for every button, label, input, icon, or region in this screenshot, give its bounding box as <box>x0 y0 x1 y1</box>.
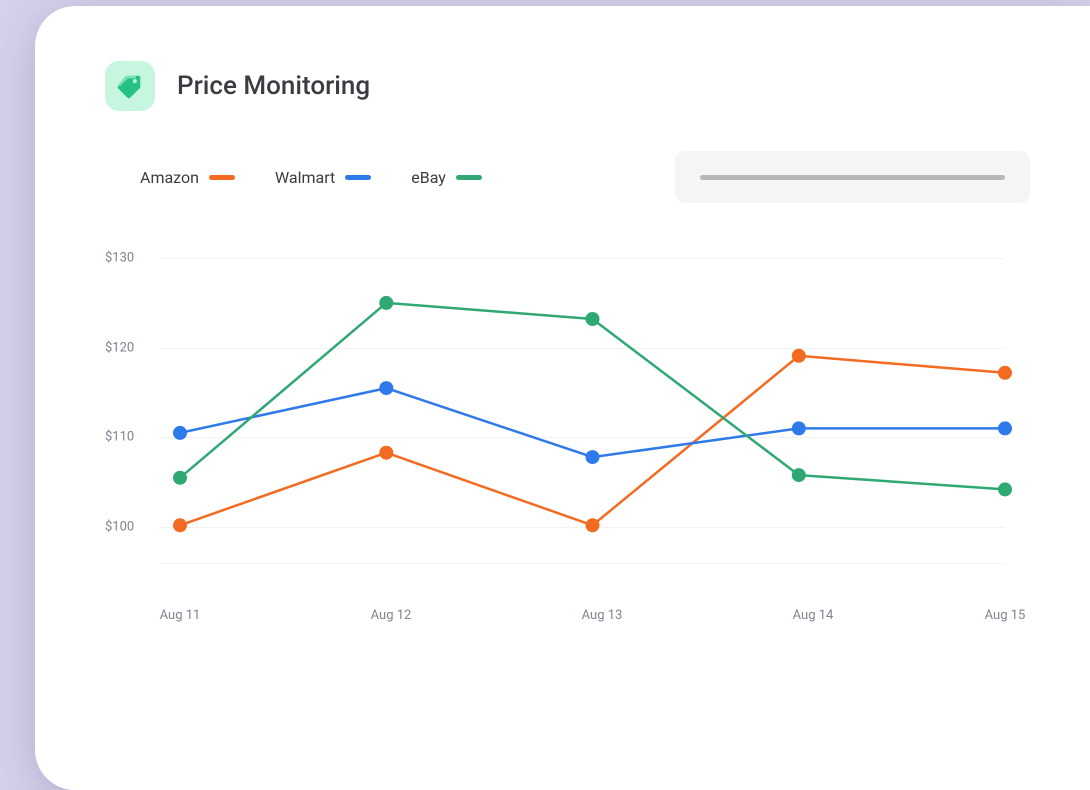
chart-legend: Amazon Walmart eBay <box>140 168 482 187</box>
card-header: Price Monitoring <box>105 61 1030 111</box>
data-point[interactable] <box>586 450 600 464</box>
x-tick: Aug 11 <box>160 608 201 623</box>
price-chart: $130 $120 $110 $100 Aug 11 Aug 12 Aug 13… <box>105 243 1005 623</box>
legend-swatch <box>456 175 482 180</box>
gridline <box>160 563 1005 564</box>
legend-item-walmart[interactable]: Walmart <box>275 168 371 187</box>
x-tick: Aug 15 <box>985 608 1026 623</box>
data-point[interactable] <box>998 482 1012 496</box>
data-point[interactable] <box>998 421 1012 435</box>
data-point[interactable] <box>586 312 600 326</box>
data-point[interactable] <box>173 426 187 440</box>
chart-plot-area <box>160 258 1005 563</box>
filter-placeholder-box[interactable] <box>675 151 1030 203</box>
x-tick: Aug 13 <box>582 608 623 623</box>
legend-swatch <box>209 175 235 180</box>
y-tick: $120 <box>105 341 150 356</box>
dashboard-card: Price Monitoring Amazon Walmart eBay $13… <box>35 6 1090 790</box>
y-tick: $110 <box>105 430 150 445</box>
legend-label: Amazon <box>140 168 199 187</box>
legend-label: Walmart <box>275 168 335 187</box>
price-tag-icon <box>105 61 155 111</box>
legend-label: eBay <box>411 168 446 187</box>
data-point[interactable] <box>173 518 187 532</box>
data-point[interactable] <box>998 366 1012 380</box>
x-tick: Aug 12 <box>371 608 412 623</box>
y-tick: $100 <box>105 520 150 535</box>
data-point[interactable] <box>586 518 600 532</box>
x-tick: Aug 14 <box>793 608 834 623</box>
data-point[interactable] <box>792 468 806 482</box>
data-point[interactable] <box>379 446 393 460</box>
legend-item-ebay[interactable]: eBay <box>411 168 482 187</box>
controls-row: Amazon Walmart eBay <box>105 151 1030 203</box>
series-line-amazon <box>180 356 1005 526</box>
data-point[interactable] <box>173 471 187 485</box>
data-point[interactable] <box>792 421 806 435</box>
page-title: Price Monitoring <box>177 71 370 101</box>
y-tick: $130 <box>105 251 150 266</box>
placeholder-line <box>700 175 1005 180</box>
legend-item-amazon[interactable]: Amazon <box>140 168 235 187</box>
data-point[interactable] <box>379 296 393 310</box>
series-line-walmart <box>180 388 1005 457</box>
data-point[interactable] <box>792 349 806 363</box>
data-point[interactable] <box>379 381 393 395</box>
legend-swatch <box>345 175 371 180</box>
